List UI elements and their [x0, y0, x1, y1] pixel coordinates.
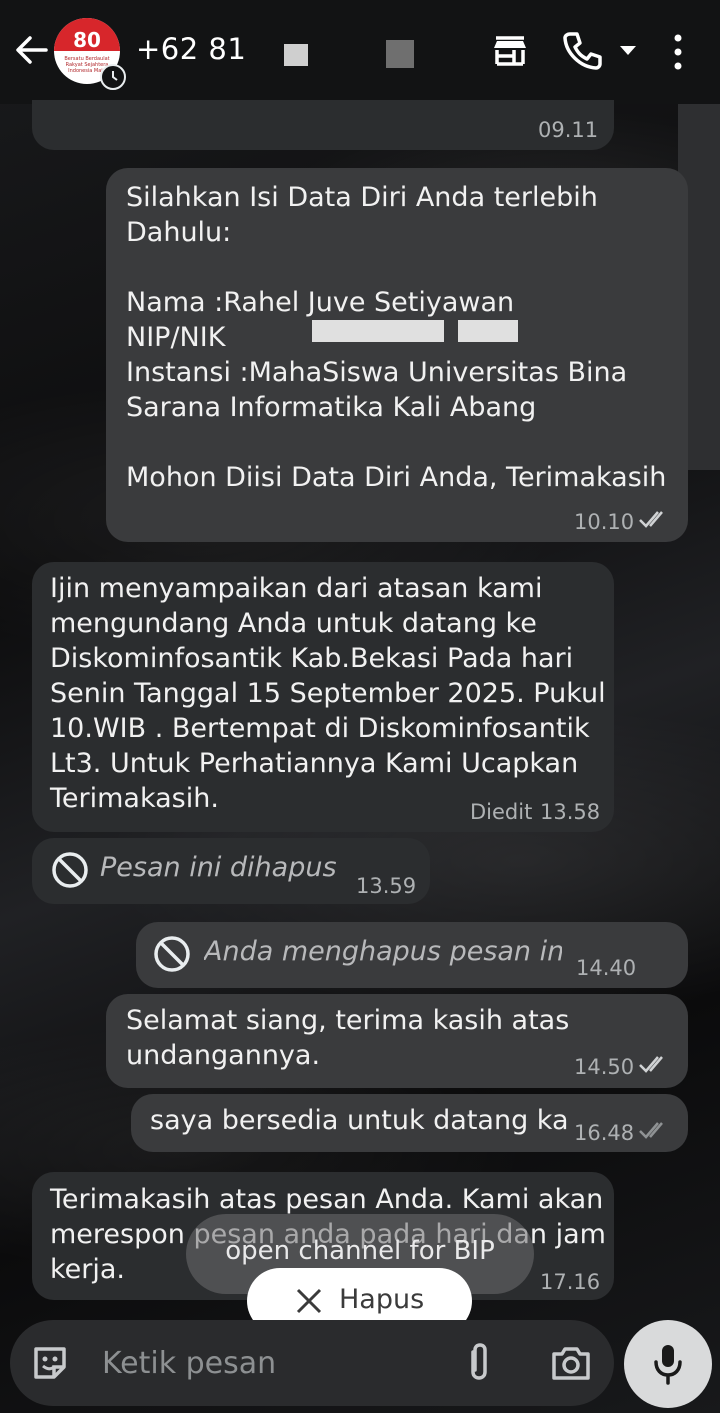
- message-time: 09.11: [538, 118, 599, 142]
- message-text: saya bersedia untuk datang ka: [150, 1105, 569, 1136]
- message-time: 13.58: [540, 800, 601, 824]
- delete-button-label: Hapus: [339, 1284, 425, 1315]
- avatar-badge-number: 80: [73, 28, 101, 52]
- deleted-icon: [52, 852, 88, 888]
- message-bubble[interactable]: 09.11: [32, 100, 614, 150]
- message-time: 14.50: [574, 1055, 635, 1079]
- message-bubble[interactable]: Silahkan Isi Data Diri Anda terlebih Dah…: [106, 168, 688, 542]
- read-receipt-icon: [639, 1056, 663, 1073]
- voice-call-icon[interactable]: [560, 28, 604, 72]
- delivered-receipt-icon: [639, 1122, 663, 1139]
- message-bubble[interactable]: saya bersedia untuk datang ka 16.48: [131, 1094, 688, 1152]
- back-arrow-icon[interactable]: [12, 30, 52, 70]
- message-composer[interactable]: Ketik pesan: [10, 1320, 614, 1406]
- deleted-message-text: Pesan ini dihapus: [100, 852, 337, 883]
- redacted-id-block: [312, 320, 444, 342]
- message-bubble[interactable]: Anda menghapus pesan ini 14.40: [136, 922, 688, 988]
- message-time: 17.16: [540, 1270, 601, 1294]
- call-options-chevron-icon[interactable]: [616, 38, 640, 62]
- message-time: 13.59: [356, 874, 417, 898]
- camera-icon[interactable]: [550, 1344, 592, 1382]
- message-time: 14.40: [576, 956, 637, 980]
- deleted-icon: [154, 936, 190, 972]
- more-options-icon[interactable]: [668, 30, 688, 74]
- attach-icon[interactable]: [462, 1342, 496, 1384]
- edited-label: Diedit: [470, 800, 533, 824]
- redacted-number-block: [386, 40, 414, 68]
- message-input[interactable]: Ketik pesan: [102, 1346, 276, 1381]
- sticker-icon[interactable]: [30, 1343, 70, 1383]
- chat-header: 80 Bersatu Berdaulat Rakyat Sejahtera In…: [0, 0, 720, 104]
- message-bubble[interactable]: Pesan ini dihapus 13.59: [32, 838, 430, 904]
- toast-text: open channel for BIP: [225, 1236, 495, 1266]
- read-receipt-icon: [639, 511, 663, 528]
- message-text: Ijin menyampaikan dari atasan kami mengu…: [50, 573, 606, 814]
- close-icon: [296, 1288, 322, 1314]
- redacted-number-block: [284, 44, 308, 66]
- redacted-id-block: [458, 320, 518, 342]
- store-icon[interactable]: [488, 28, 532, 72]
- microphone-icon: [654, 1345, 682, 1385]
- message-bubble[interactable]: Ijin menyampaikan dari atasan kami mengu…: [32, 562, 614, 832]
- disappearing-timer-icon: [100, 64, 126, 90]
- voice-record-button[interactable]: [624, 1320, 712, 1408]
- message-time: 10.10: [574, 510, 635, 534]
- contact-name[interactable]: +62 81: [136, 32, 246, 66]
- deleted-message-text: Anda menghapus pesan ini: [204, 936, 562, 967]
- message-bubble[interactable]: Selamat siang, terima kasih atas undanga…: [106, 994, 688, 1088]
- message-time: 16.48: [574, 1121, 635, 1145]
